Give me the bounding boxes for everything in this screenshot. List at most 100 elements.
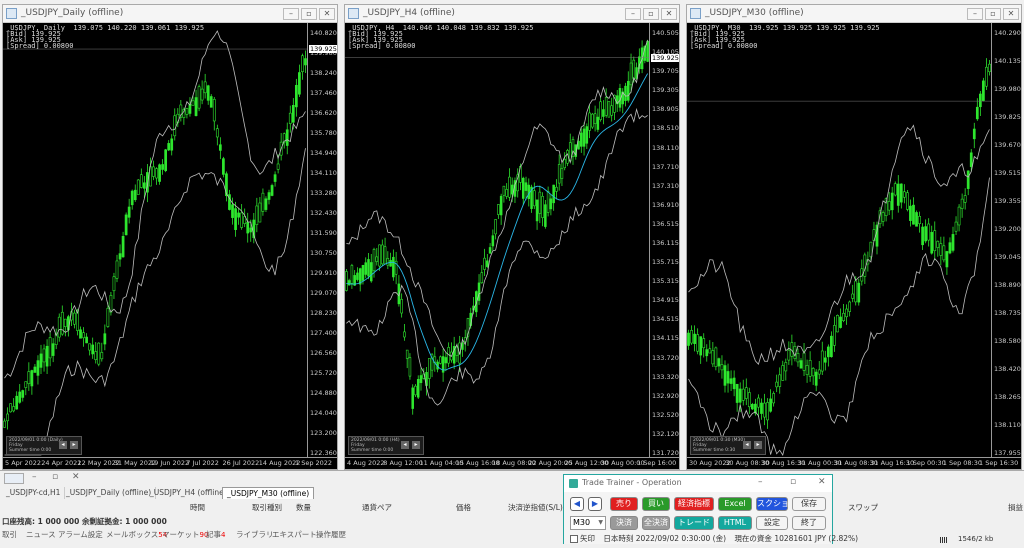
next-icon[interactable]: ▸ — [70, 441, 78, 449]
column-header[interactable]: 数量 — [296, 502, 311, 513]
minimize-button[interactable]: – — [967, 8, 983, 20]
terminal-icon[interactable] — [4, 473, 24, 484]
chart-tab[interactable]: _USDJPY_H4 (offline) — [146, 487, 232, 499]
column-header[interactable]: スワップ — [848, 502, 878, 513]
indicator-line — [4, 148, 306, 456]
arrow-checkbox[interactable] — [570, 535, 578, 543]
maximize-button[interactable]: ▫ — [643, 8, 659, 20]
price-tick-label: 139.980 — [994, 85, 1021, 93]
candle-body — [403, 331, 406, 338]
next-icon[interactable]: ▸ — [754, 441, 762, 449]
price-tick-label: 139.355 — [994, 197, 1021, 205]
terminal-tab-market[interactable]: マーケット90 — [162, 529, 208, 540]
column-header[interactable]: 価格 — [456, 502, 471, 513]
close-button[interactable]: ✕ — [319, 8, 335, 20]
price-chart[interactable]: _USDJPY, M30 139.925 139.925 139.925 139… — [687, 23, 1021, 469]
candle-body — [158, 164, 161, 182]
price-tick-label: 136.620 — [310, 109, 337, 117]
column-header[interactable]: 決済逆指値(S/L) — [508, 502, 563, 513]
price-chart[interactable]: _USDJPY, H4 140.046 140.048 139.832 139.… — [345, 23, 679, 469]
price-chart[interactable]: _USDJPY, Daily 139.075 140.220 139.061 1… — [3, 23, 337, 469]
candle-body — [483, 257, 486, 270]
minimize-button[interactable]: – — [283, 8, 299, 20]
column-header[interactable]: 通貨ペア — [362, 502, 392, 513]
column-header[interactable]: 取引種別 — [252, 502, 282, 513]
candle-body — [588, 112, 591, 131]
economic-indicator-button[interactable]: 経済指標 — [674, 497, 714, 511]
prev-icon[interactable]: ◂ — [59, 441, 67, 449]
html-button[interactable]: HTML — [718, 516, 752, 530]
close-position-button[interactable]: 決済 — [610, 516, 638, 530]
minimize-button[interactable]: – — [625, 8, 641, 20]
save-button[interactable]: 保存 — [792, 497, 826, 511]
terminal-tab[interactable]: 取引 — [2, 529, 17, 540]
minimize-button[interactable]: – — [758, 477, 763, 487]
chart-tab[interactable]: _USDJPY_Daily (offline) — [62, 487, 157, 499]
window-titlebar[interactable]: _USDJPY_Daily (offline) – ▫ ✕ — [3, 5, 337, 23]
column-header[interactable]: 損益 — [1008, 502, 1023, 513]
close-button[interactable]: ✕ — [1003, 8, 1019, 20]
prev-icon[interactable]: ◂ — [401, 441, 409, 449]
trade-button[interactable]: トレード — [674, 516, 714, 530]
ohlc-info: _USDJPY, H4 140.046 140.048 139.832 139.… — [348, 24, 534, 50]
buy-button[interactable]: 買い — [642, 497, 670, 511]
maximize-button[interactable]: ▫ — [985, 8, 1001, 20]
close-button[interactable]: ✕ — [818, 477, 826, 487]
price-tick-label: 127.400 — [310, 329, 337, 337]
close-button[interactable]: ✕ — [661, 8, 677, 20]
candle-body — [389, 260, 392, 267]
current-capital: 現在の資金 10281601 JPY (2.82%) — [734, 534, 859, 543]
restore-icon[interactable]: ▫ — [52, 472, 58, 482]
window-titlebar[interactable]: _USDJPY_M30 (offline) – ▫ ✕ — [687, 5, 1021, 23]
minimize-icon[interactable]: – — [32, 472, 37, 482]
screenshot-button[interactable]: スクショ — [756, 497, 789, 511]
maximize-button[interactable]: ▫ — [790, 477, 796, 487]
candle-body — [945, 251, 949, 268]
candle-body — [91, 344, 95, 355]
candle-body — [369, 262, 373, 282]
timeframe-select[interactable]: M30 ▼ — [570, 516, 606, 530]
terminal-tab-articles[interactable]: 記事4 — [206, 529, 225, 540]
terminal-tab[interactable]: アラーム設定 — [58, 529, 103, 540]
chart-window-m30: _USDJPY_M30 (offline) – ▫ ✕ _USDJPY, M30… — [686, 4, 1022, 470]
terminal-tab[interactable]: ライブラリ — [236, 529, 274, 540]
sell-button[interactable]: 売り — [610, 497, 638, 511]
time-axis: 5 Apr 2022 24 Apr 2022 12 May 2022 31 May 2… — [3, 457, 337, 469]
price-tick-label: 134.515 — [652, 315, 679, 324]
candle-body — [610, 105, 613, 116]
candle-body — [839, 316, 842, 328]
candle-body — [969, 152, 973, 167]
candle-body — [772, 393, 776, 404]
prev-arrow-button[interactable]: ◀ — [570, 497, 584, 511]
chart-tab[interactable]: _USDJPY-cd,H1 — [2, 487, 66, 499]
price-tick-label: 132.120 — [652, 429, 679, 438]
next-icon[interactable]: ▸ — [412, 441, 420, 449]
candle-body — [927, 223, 931, 241]
exit-button[interactable]: 終了 — [792, 516, 826, 530]
close-all-button[interactable]: 全決済 — [642, 516, 670, 530]
terminal-tab[interactable]: 操作履歴 — [316, 529, 346, 540]
terminal-tab[interactable]: ニュース — [26, 529, 56, 540]
prev-icon[interactable]: ◂ — [743, 441, 751, 449]
settings-button[interactable]: 設定 — [756, 516, 788, 530]
column-header[interactable]: 時間 — [190, 502, 205, 513]
price-tick-label: 139.705 — [652, 67, 679, 76]
terminal-tab[interactable]: エキスパート — [272, 529, 317, 540]
candle-body — [411, 387, 414, 409]
price-tick-label: 139.825 — [994, 113, 1021, 121]
candle-body — [942, 245, 946, 261]
window-titlebar[interactable]: _USDJPY_H4 (offline) – ▫ ✕ — [345, 5, 679, 23]
maximize-button[interactable]: ▫ — [301, 8, 317, 20]
indicator-line — [346, 73, 649, 371]
excel-button[interactable]: Excel — [718, 497, 752, 511]
close-icon[interactable]: ✕ — [72, 472, 80, 482]
candle-body — [9, 403, 12, 413]
candle-body — [152, 166, 155, 177]
chart-tab-active[interactable]: _USDJPY_M30 (offline) — [222, 487, 315, 499]
terminal-tab-mailbox[interactable]: メールボックス54 — [106, 529, 167, 540]
candle-body — [978, 93, 982, 108]
candle-body — [209, 96, 213, 108]
candle-body — [276, 163, 280, 170]
time-axis: 30 Aug 2022 30 Aug 08:30 30 Aug 16:30 31 Au… — [687, 457, 1021, 469]
next-arrow-button[interactable]: ▶ — [588, 497, 602, 511]
